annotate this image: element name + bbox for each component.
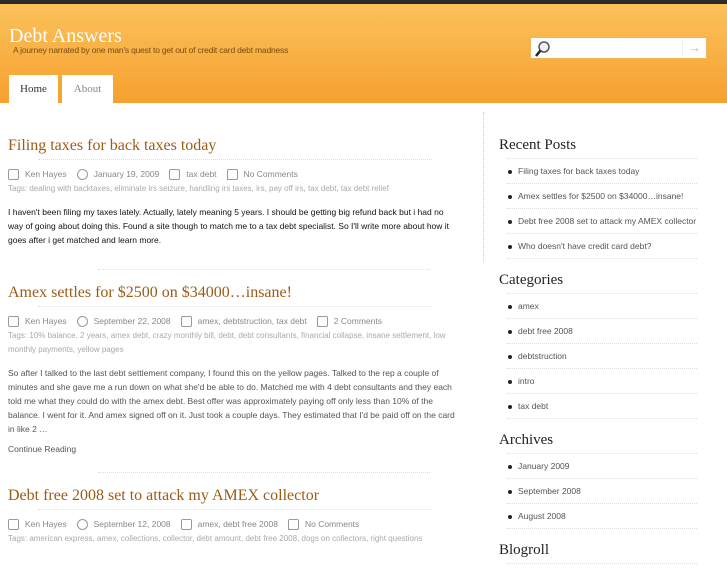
author-icon — [8, 518, 19, 530]
post: Debt free 2008 set to attack my AMEX col… — [8, 487, 460, 546]
categories-list: amex debt free 2008 debtstruction intro … — [507, 293, 697, 419]
list-item[interactable]: Filing taxes for back taxes today — [507, 159, 697, 184]
post-meta: Ken Hayes September 12, 2008 amex, debt … — [8, 518, 460, 530]
tab-about[interactable]: About — [62, 75, 113, 103]
divider — [38, 509, 432, 510]
list-item[interactable]: September 2008 — [507, 479, 697, 504]
post-body: I haven't been filing my taxes lately. A… — [8, 207, 450, 245]
post-comments[interactable]: No Comments — [305, 519, 359, 529]
list-item[interactable]: Who doesn't have credit card debt? — [507, 234, 697, 259]
divider — [98, 472, 430, 473]
divider — [98, 269, 430, 270]
archives-list: January 2009 September 2008 August 2008 — [507, 453, 697, 529]
blogroll-heading: Blogroll — [499, 542, 550, 558]
author-icon — [8, 315, 19, 327]
clock-icon — [76, 518, 88, 530]
list-item[interactable]: August 2008 — [507, 504, 697, 529]
post-author[interactable]: Ken Hayes — [25, 519, 67, 529]
post-author[interactable]: Ken Hayes — [25, 316, 67, 326]
category-icon — [180, 315, 192, 327]
author-icon — [8, 168, 19, 180]
list-item[interactable]: debtstruction — [507, 344, 697, 369]
site-tagline: A journey narrated by one man's quest to… — [13, 45, 289, 55]
list-item[interactable]: amex — [507, 294, 697, 319]
post-categories[interactable]: amex, debtstruction, tax debt — [198, 316, 307, 326]
categories-heading: Categories — [499, 272, 564, 288]
post: Amex settles for $2500 on $34000…insane!… — [8, 284, 460, 454]
recent-posts-list: Filing taxes for back taxes today Amex s… — [507, 158, 697, 259]
post: Filing taxes for back taxes today Ken Ha… — [8, 137, 460, 247]
list-item[interactable]: intro — [507, 369, 697, 394]
divider — [38, 306, 432, 307]
post-body: So after I talked to the last debt settl… — [8, 368, 455, 434]
continue-reading-link[interactable]: Continue Reading — [8, 444, 460, 454]
post-tags[interactable]: Tags: dealing with backtaxes, eliminate … — [8, 182, 460, 196]
column-divider — [483, 112, 484, 262]
post-comments[interactable]: 2 Comments — [334, 316, 382, 326]
divider — [38, 159, 432, 160]
site-header: Debt Answers A journey narrated by one m… — [0, 4, 727, 103]
comment-icon — [316, 315, 328, 327]
post-title[interactable]: Filing taxes for back taxes today — [8, 137, 460, 159]
post-categories[interactable]: tax debt — [186, 169, 216, 179]
search-input[interactable] — [551, 40, 681, 56]
search-box: → — [530, 37, 707, 59]
list-item[interactable]: January 2009 — [507, 454, 697, 479]
post-title[interactable]: Amex settles for $2500 on $34000…insane! — [8, 284, 460, 306]
clock-icon — [76, 315, 88, 327]
post-categories[interactable]: amex, debt free 2008 — [198, 519, 278, 529]
post-tags[interactable]: Tags: american express, amex, collection… — [8, 532, 460, 546]
post-date: September 12, 2008 — [93, 519, 171, 529]
category-icon — [180, 518, 192, 530]
archives-heading: Archives — [499, 432, 554, 448]
tab-home[interactable]: Home — [9, 75, 58, 103]
post-comments[interactable]: No Comments — [244, 169, 298, 179]
clock-icon — [76, 168, 88, 180]
blogroll-list — [507, 563, 697, 564]
post-date: January 19, 2009 — [93, 169, 160, 179]
comment-icon — [226, 168, 238, 180]
post-meta: Ken Hayes September 22, 2008 amex, debts… — [8, 315, 460, 327]
list-item[interactable]: tax debt — [507, 394, 697, 419]
post-title[interactable]: Debt free 2008 set to attack my AMEX col… — [8, 487, 460, 509]
search-icon — [535, 41, 550, 57]
recent-posts-heading: Recent Posts — [499, 137, 577, 153]
comment-icon — [287, 518, 299, 530]
main-content: Filing taxes for back taxes today Ken Ha… — [8, 137, 460, 546]
list-item[interactable]: debt free 2008 — [507, 319, 697, 344]
sidebar: Recent Posts Filing taxes for back taxes… — [499, 137, 697, 577]
search-submit-arrow-icon[interactable]: → — [682, 40, 706, 56]
post-meta: Ken Hayes January 19, 2009 tax debt No C… — [8, 168, 460, 180]
post-author[interactable]: Ken Hayes — [25, 169, 67, 179]
post-date: September 22, 2008 — [93, 316, 171, 326]
post-tags[interactable]: Tags: 10% balance, 2 years, amex debt, c… — [8, 329, 460, 357]
list-item[interactable]: Amex settles for $2500 on $34000…insane! — [507, 184, 697, 209]
list-item[interactable]: Debt free 2008 set to attack my AMEX col… — [507, 209, 697, 234]
category-icon — [169, 168, 181, 180]
